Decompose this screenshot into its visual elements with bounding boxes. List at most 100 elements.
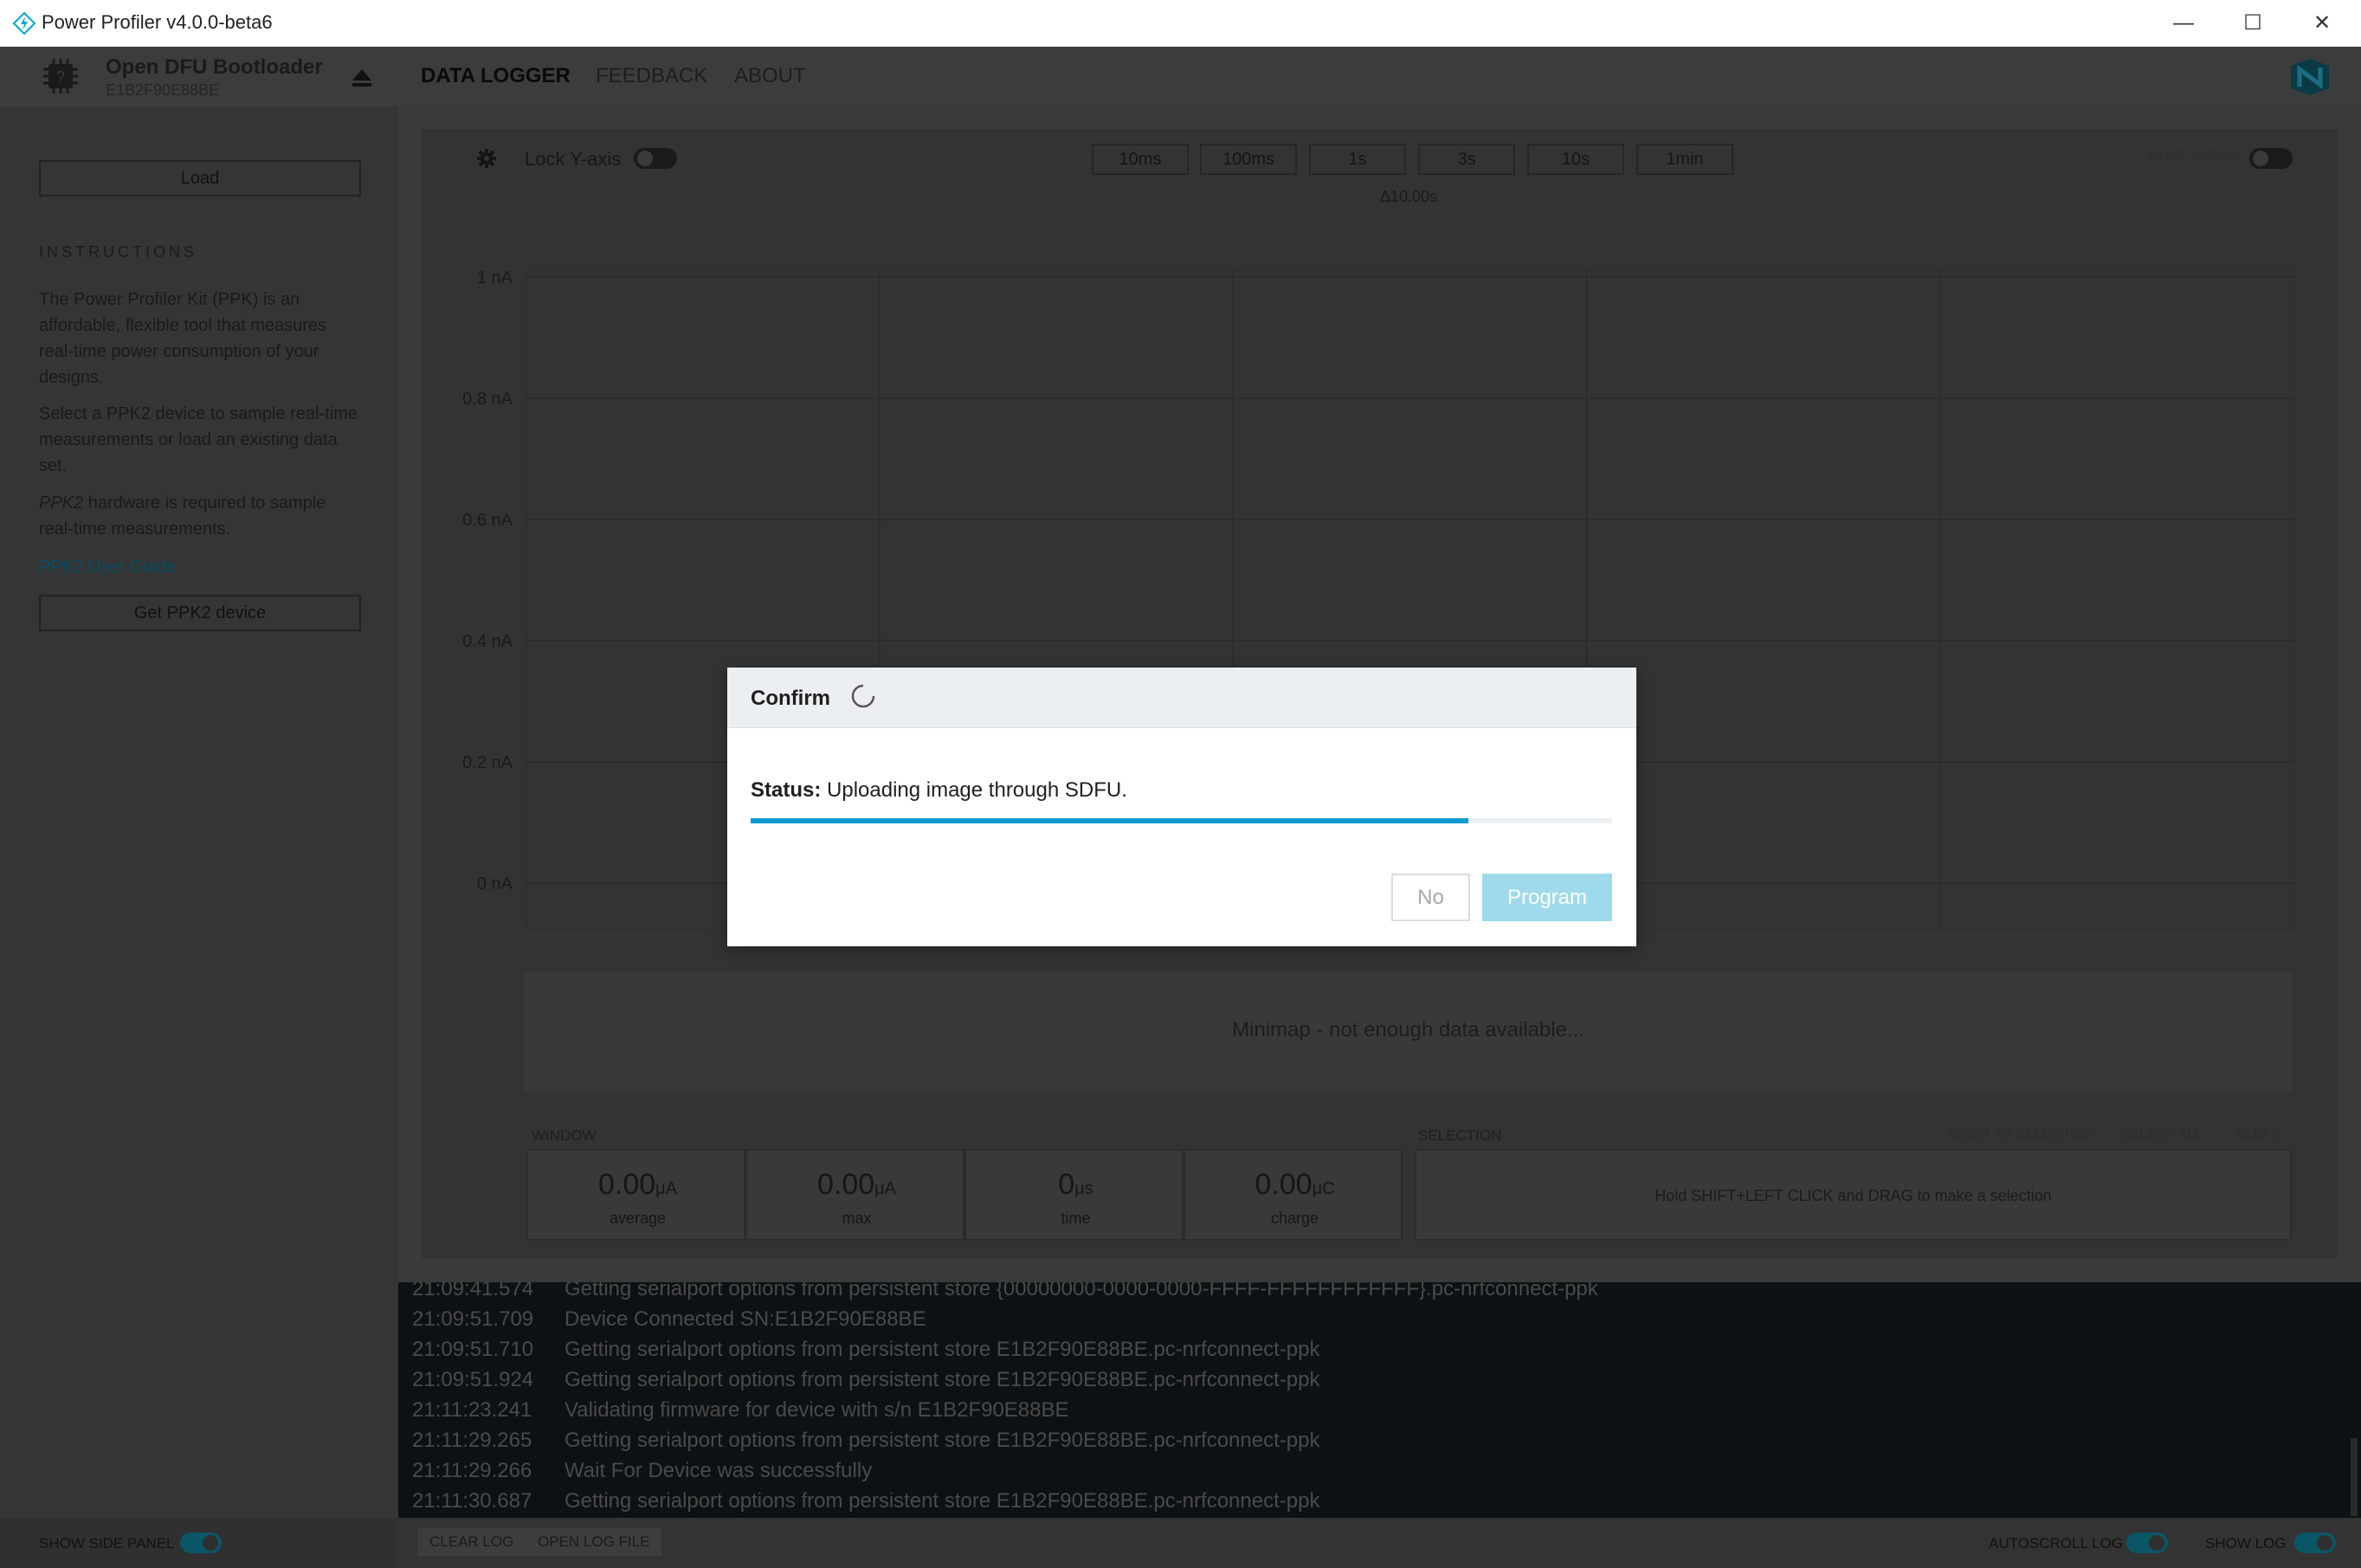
footer-bar: SHOW SIDE PANEL CLEAR LOG OPEN LOG FILE …: [0, 1518, 2361, 1568]
confirm-dialog: Confirm Status: Uploading image through …: [727, 668, 1636, 946]
no-button[interactable]: No: [1391, 874, 1470, 921]
log-message: Getting serialport options from persiste…: [564, 1489, 1320, 1513]
instructions-paragraph-3: PPK2 hardware is required to sample real…: [39, 490, 359, 542]
stat-average: 0.00μA average: [526, 1149, 745, 1241]
tab-about[interactable]: ABOUT: [734, 64, 806, 88]
toggle-knob: [2149, 1535, 2164, 1551]
status-label: Status:: [751, 778, 822, 802]
autoscroll-log-toggle[interactable]: [2126, 1533, 2168, 1553]
svg-text:?: ?: [56, 68, 65, 86]
clear-selection-button[interactable]: CLEAR: [2235, 1127, 2281, 1143]
log-message: Getting serialport options from persiste…: [564, 1282, 1598, 1300]
toggle-knob: [203, 1535, 218, 1551]
instructions-paragraph-1: The Power Profiler Kit (PPK) is an affor…: [39, 290, 327, 387]
stat-label: charge: [1270, 1210, 1319, 1227]
eject-icon[interactable]: [350, 66, 374, 90]
tab-feedback[interactable]: FEEDBACK: [596, 64, 707, 88]
log-message: Getting serialport options from persiste…: [564, 1429, 1320, 1452]
stat-max: 0.00μA max: [745, 1149, 964, 1241]
stat-value: 0μs: [966, 1168, 1185, 1202]
ppk2-emphasis: PPK2: [39, 494, 84, 513]
log-time: 21:09:51.924: [412, 1368, 534, 1391]
log-message: Device Connected SN:E1B2F90E88BE: [564, 1307, 926, 1331]
stat-unit: μA: [874, 1179, 897, 1198]
app-header: ? Open DFU Bootloader E1B2F90E88BE DATA …: [0, 47, 2361, 106]
side-panel: Load INSTRUCTIONS The Power Profiler Kit…: [0, 106, 398, 1518]
y-tick-label: 0.2 nA: [462, 753, 513, 772]
y-tick-label: 0 nA: [477, 874, 513, 894]
log-time: 21:09:51.710: [412, 1338, 534, 1361]
footer-side-section: SHOW SIDE PANEL: [0, 1518, 398, 1568]
log-entry: 21:11:29.266 Wait For Device was successf…: [412, 1459, 872, 1483]
program-button[interactable]: Program: [1482, 874, 1612, 921]
window-heading: WINDOW: [532, 1127, 597, 1144]
instructions-paragraph-2: Select a PPK2 device to sample real-time…: [39, 404, 358, 475]
dialog-header: Confirm: [727, 668, 1636, 728]
stat-label: time: [1061, 1210, 1091, 1227]
device-chip-icon[interactable]: ?: [42, 57, 80, 95]
log-time: 21:09:41.574: [412, 1282, 534, 1300]
log-entry: 21:09:51.709 Device Connected SN:E1B2F90E…: [412, 1307, 926, 1332]
stat-label: max: [842, 1210, 872, 1227]
status-text: Uploading image through SDFU.: [821, 778, 1127, 802]
get-ppk2-device-button[interactable]: Get PPK2 device: [39, 595, 361, 631]
show-side-panel-toggle[interactable]: [180, 1533, 222, 1553]
y-tick-label: 0.6 nA: [462, 511, 513, 530]
close-button[interactable]: ✕: [2287, 0, 2357, 47]
log-time: 21:11:30.687: [412, 1489, 532, 1513]
stat-number: 0.00: [816, 1168, 875, 1201]
minimize-button[interactable]: —: [2149, 0, 2218, 47]
clear-log-button[interactable]: CLEAR LOG: [417, 1528, 526, 1556]
log-time: 21:11:23.241: [412, 1398, 532, 1422]
selection-hint: Hold SHIFT+LEFT CLICK and DRAG to make a…: [1655, 1187, 2052, 1204]
zoom-to-selection-button[interactable]: ZOOM TO SELECTION: [1948, 1127, 2094, 1143]
app-root: Power Profiler v4.0.0-beta6 — ☐ ✕ ? Open…: [0, 0, 2361, 1568]
selection-heading: SELECTION: [1418, 1127, 1502, 1144]
log-entry: 21:09:51.924 Getting serialport options f…: [412, 1368, 1319, 1392]
stat-number: 0.00: [597, 1168, 656, 1201]
log-panel[interactable]: 21:09:41.574 Getting serialport options f…: [398, 1282, 2361, 1518]
log-message: Getting serialport options from persiste…: [564, 1368, 1320, 1391]
stat-value: 0.00μA: [528, 1168, 747, 1202]
show-side-panel-label: SHOW SIDE PANEL: [39, 1535, 175, 1552]
log-time: 21:11:29.266: [412, 1459, 532, 1482]
dialog-status: Status: Uploading image through SDFU.: [751, 778, 1127, 803]
show-log-label: SHOW LOG: [2205, 1535, 2287, 1552]
nordic-logo-icon: [2291, 59, 2329, 95]
upload-progress-fill: [751, 818, 1468, 823]
log-time: 21:09:51.709: [412, 1307, 534, 1331]
stat-unit: μs: [1074, 1179, 1093, 1198]
device-serial: E1B2F90E88BE: [106, 81, 220, 99]
show-log-toggle[interactable]: [2294, 1533, 2336, 1553]
autoscroll-log-label: AUTOSCROLL LOG: [1989, 1535, 2123, 1552]
log-entry: 21:09:41.574 Getting serialport options f…: [412, 1282, 1598, 1301]
stat-value: 0.00μC: [1185, 1168, 1404, 1202]
toggle-knob: [2317, 1535, 2332, 1551]
minimap[interactable]: Minimap - not enough data available...: [525, 971, 2292, 1092]
open-log-file-button[interactable]: OPEN LOG FILE: [526, 1528, 662, 1556]
log-entry: 21:11:29.265 Getting serialport options f…: [412, 1429, 1319, 1453]
loading-spinner-icon: [851, 684, 875, 708]
instructions-heading: INSTRUCTIONS: [39, 243, 197, 261]
maximize-button[interactable]: ☐: [2218, 0, 2287, 47]
title-bar: Power Profiler v4.0.0-beta6 — ☐ ✕: [0, 0, 2361, 47]
ppk2-user-guide-link[interactable]: PPK2 User Guide: [39, 558, 176, 578]
log-message: Getting serialport options from persiste…: [564, 1338, 1320, 1361]
log-entry: 21:11:30.687 Getting serialport options f…: [412, 1489, 1319, 1513]
stat-unit: μC: [1312, 1179, 1335, 1198]
log-message: Validating firmware for device with s/n …: [564, 1398, 1069, 1422]
selection-stats-box: Hold SHIFT+LEFT CLICK and DRAG to make a…: [1415, 1149, 2292, 1241]
minimap-message: Minimap - not enough data available...: [1232, 1018, 1584, 1042]
log-time: 21:11:29.265: [412, 1429, 532, 1452]
y-tick-label: 0.4 nA: [462, 632, 513, 651]
stat-charge: 0.00μC charge: [1184, 1149, 1403, 1241]
select-all-button[interactable]: SELECT ALL: [2121, 1127, 2203, 1143]
upload-progress-bar: [751, 818, 1612, 823]
stat-number: 0.00: [1255, 1168, 1313, 1201]
stat-value: 0.00μA: [747, 1168, 966, 1202]
log-entry: 21:11:23.241 Validating firmware for devi…: [412, 1398, 1069, 1423]
tab-data-logger[interactable]: DATA LOGGER: [421, 64, 571, 88]
load-button[interactable]: Load: [39, 160, 361, 197]
log-scrollbar[interactable]: [2351, 1438, 2358, 1516]
device-name[interactable]: Open DFU Bootloader: [106, 55, 323, 80]
